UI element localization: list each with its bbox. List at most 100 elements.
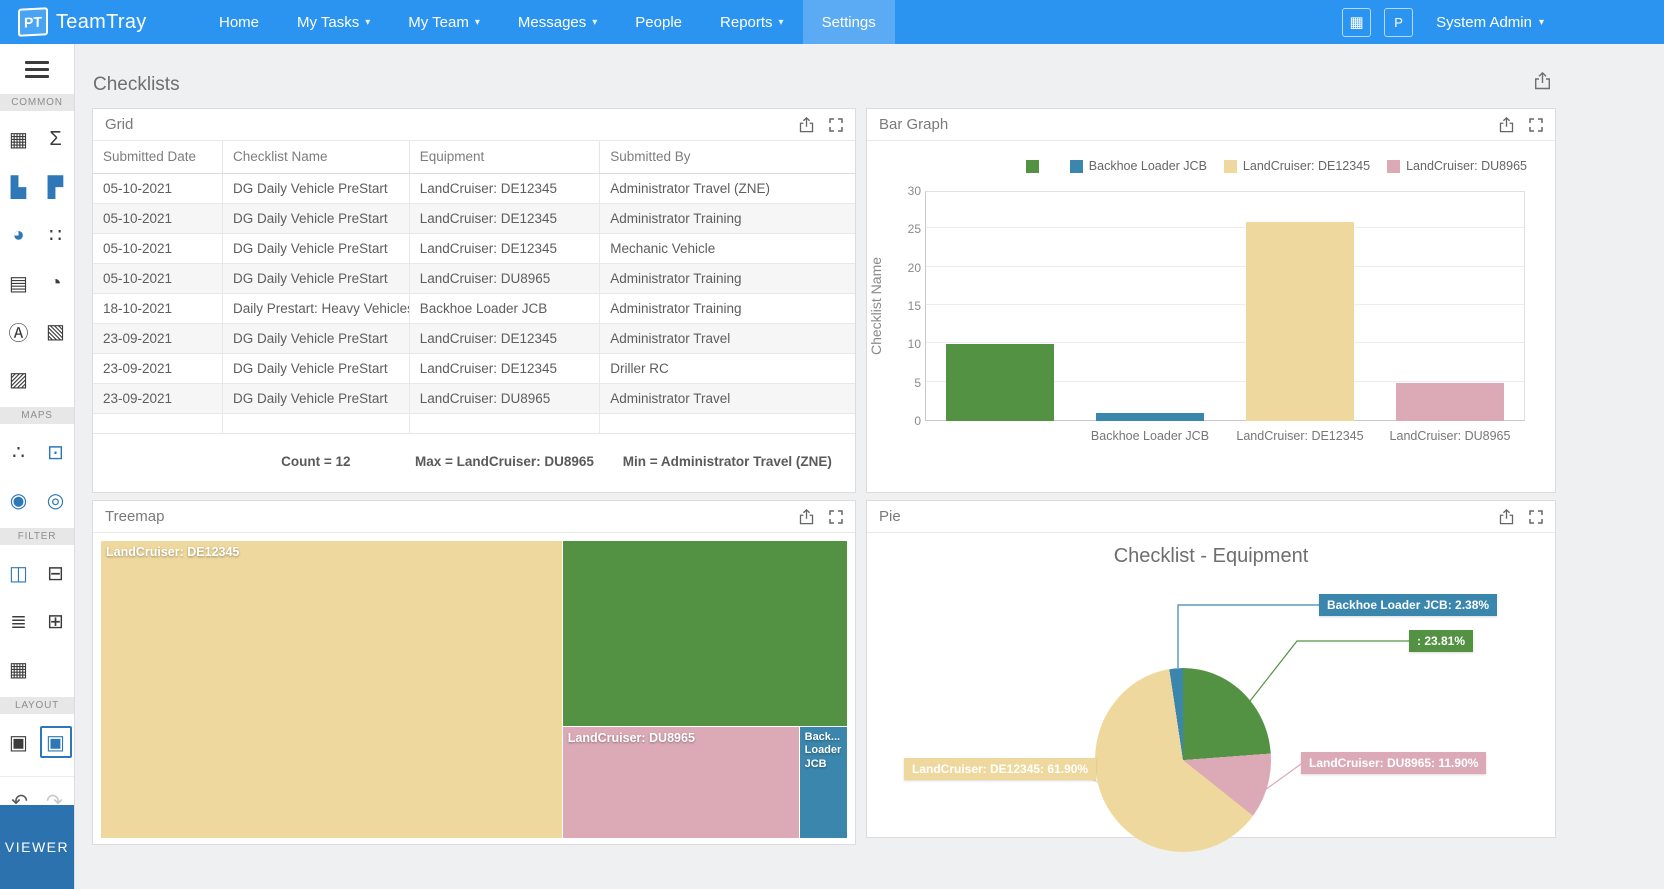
treemap-cell-back-loader-jcb[interactable]: Back... Loader JCB bbox=[799, 726, 847, 838]
table-cell: Administrator Travel bbox=[599, 323, 855, 354]
nav-item-home[interactable]: Home bbox=[200, 0, 278, 44]
table-row[interactable]: 23-09-2021 DG Daily Vehicle PreStart LandC… bbox=[93, 383, 855, 414]
bar-blank[interactable] bbox=[946, 344, 1054, 421]
treemap-cell-label: LandCruiser: DE12345 bbox=[106, 545, 240, 559]
table-row[interactable]: 18-10-2021 Daily Prestart: Heavy Vehicles… bbox=[93, 293, 855, 324]
export-icon[interactable] bbox=[799, 116, 814, 133]
maximize-icon[interactable] bbox=[1529, 509, 1543, 524]
table-cell: Administrator Travel bbox=[599, 383, 855, 414]
bar-landcruiser-du8965[interactable] bbox=[1396, 382, 1504, 421]
pie-panel: Pie Checklist - Equipment Backhoe Loader… bbox=[866, 500, 1556, 852]
table-row[interactable]: 23-09-2021 DG Daily Vehicle PreStart LandC… bbox=[93, 353, 855, 384]
treemap-widget[interactable]: ▛ bbox=[37, 163, 74, 211]
combo-filter-widget[interactable]: ⊟ bbox=[37, 549, 74, 597]
group-layout-widget-icon: ▣ bbox=[46, 731, 65, 754]
grid-widget[interactable]: ▦ bbox=[0, 115, 37, 163]
cluster-map-widget[interactable]: ◎ bbox=[37, 476, 74, 524]
apps-grid-button[interactable]: ▦ bbox=[1342, 7, 1372, 37]
hamburger-menu-button[interactable] bbox=[0, 44, 74, 94]
export-icon[interactable] bbox=[1499, 508, 1514, 525]
table-cell: DG Daily Vehicle PreStart bbox=[222, 233, 410, 264]
range-filter-widget-icon: ◫ bbox=[9, 562, 28, 585]
treemap-cell-landcruiser-du8965[interactable]: LandCruiser: DU8965 bbox=[562, 726, 800, 838]
profile-button[interactable]: P bbox=[1384, 7, 1414, 37]
maximize-icon[interactable] bbox=[829, 509, 843, 524]
column-header-equipment[interactable]: Equipment bbox=[409, 141, 601, 174]
nav-item-my-team[interactable]: My Team ▾ bbox=[389, 0, 499, 44]
text-widget[interactable]: Ⓐ bbox=[0, 307, 37, 355]
pie-chart-widget[interactable]: ◕ bbox=[0, 211, 37, 259]
bubble-map-widget[interactable]: ◉ bbox=[0, 476, 37, 524]
legend-label: Backhoe Loader JCB bbox=[1088, 159, 1207, 173]
pie-panel-header: Pie bbox=[867, 501, 1555, 533]
nav-item-people[interactable]: People bbox=[616, 0, 701, 44]
table-row[interactable]: 05-10-2021 DG Daily Vehicle PreStart LandC… bbox=[93, 263, 855, 294]
image-export-widget[interactable]: ▨ bbox=[0, 355, 37, 403]
popup-filter-widget[interactable]: ⊞ bbox=[37, 597, 74, 645]
shape-map-widget[interactable]: ⊡ bbox=[37, 428, 74, 476]
y-tick-label: 25 bbox=[907, 222, 921, 237]
treemap-cell-blank[interactable] bbox=[562, 541, 847, 727]
tab-layout-widget[interactable]: ▣ bbox=[0, 718, 37, 766]
scatter-widget[interactable]: ∷ bbox=[37, 211, 74, 259]
list-filter-widget[interactable]: ≣ bbox=[0, 597, 37, 645]
maximize-icon[interactable] bbox=[829, 117, 843, 132]
bar-backhoe-loader-jcb[interactable] bbox=[1096, 413, 1204, 421]
image-widget[interactable]: ▧ bbox=[37, 307, 74, 355]
pie-callout-blank[interactable]: : 23.81% bbox=[1409, 630, 1474, 652]
sum-widget[interactable]: Σ bbox=[37, 115, 74, 163]
nav-item-reports[interactable]: Reports ▾ bbox=[701, 0, 803, 44]
pie-callout-backhoe-loader-jcb[interactable]: Backhoe Loader JCB: 2.38% bbox=[1319, 594, 1498, 616]
pie-callout-landcruiser-du8965[interactable]: LandCruiser: DU8965: 11.90% bbox=[1301, 752, 1487, 774]
table-cell: Driller RC bbox=[599, 353, 855, 384]
table-cell: LandCruiser: DE12345 bbox=[409, 353, 601, 384]
treemap-cell-label: Back... Loader JCB bbox=[804, 730, 842, 771]
viewer-button[interactable]: VIEWER bbox=[0, 805, 74, 889]
export-icon[interactable] bbox=[1499, 116, 1514, 133]
pie-graphic[interactable] bbox=[1095, 668, 1271, 852]
column-header-checklist-name[interactable]: Checklist Name bbox=[222, 141, 410, 174]
column-header-submitted-by[interactable]: Submitted By bbox=[599, 141, 855, 174]
y-tick-label: 0 bbox=[914, 414, 921, 428]
gauge-widget[interactable]: ◔ bbox=[37, 259, 74, 307]
treemap-cell-landcruiser-de12345[interactable]: LandCruiser: DE12345 bbox=[101, 541, 563, 838]
table-row[interactable]: 05-10-2021 DG Daily Vehicle PreStart LandC… bbox=[93, 233, 855, 264]
nav-item-settings[interactable]: Settings bbox=[802, 0, 895, 44]
treemap-chart: LandCruiser: DE12345 LandCruiser: DU8965 B… bbox=[101, 541, 847, 838]
brand-name: TeamTray bbox=[56, 10, 147, 33]
table-cell: 23-09-2021 bbox=[93, 353, 224, 384]
x-tick-label: Backhoe Loader JCB bbox=[1090, 429, 1210, 443]
legend-item-blank[interactable] bbox=[1025, 159, 1053, 173]
user-menu[interactable]: System Admin ▾ bbox=[1436, 14, 1544, 31]
table-cell bbox=[222, 413, 410, 434]
sidebar-section-common: COMMON bbox=[0, 94, 74, 111]
table-row[interactable]: 23-09-2021 DG Daily Vehicle PreStart LandC… bbox=[93, 323, 855, 354]
card-widget-icon: ▤ bbox=[9, 272, 28, 295]
export-icon[interactable] bbox=[799, 508, 814, 525]
table-row[interactable]: 05-10-2021 DG Daily Vehicle PreStart LandC… bbox=[93, 173, 855, 204]
bar-landcruiser-de12345[interactable] bbox=[1246, 221, 1354, 421]
table-cell: DG Daily Vehicle PreStart bbox=[222, 203, 410, 234]
table-cell: 05-10-2021 bbox=[93, 173, 224, 204]
legend-label: LandCruiser: DU8965 bbox=[1406, 159, 1527, 173]
date-filter-widget[interactable]: ▦ bbox=[0, 645, 37, 693]
nav-item-messages[interactable]: Messages ▾ bbox=[499, 0, 616, 44]
legend-item-landcruiser-du8965[interactable]: LandCruiser: DU8965 bbox=[1387, 159, 1527, 173]
page-export-button[interactable] bbox=[1534, 71, 1551, 95]
bar-chart-widget[interactable]: ▙ bbox=[0, 163, 37, 211]
sidebar-section-maps: MAPS bbox=[0, 407, 74, 424]
maximize-icon[interactable] bbox=[1529, 117, 1543, 132]
pie-callout-landcruiser-de12345[interactable]: LandCruiser: DE12345: 61.90% bbox=[904, 758, 1097, 780]
dot-map-widget[interactable]: ∴ bbox=[0, 428, 37, 476]
column-header-submitted-date[interactable]: Submitted Date bbox=[93, 141, 224, 174]
chevron-down-icon: ▾ bbox=[592, 16, 598, 28]
group-layout-widget[interactable]: ▣ bbox=[37, 718, 74, 766]
legend-item-landcruiser-de12345[interactable]: LandCruiser: DE12345 bbox=[1223, 159, 1370, 173]
range-filter-widget[interactable]: ◫ bbox=[0, 549, 37, 597]
card-widget[interactable]: ▤ bbox=[0, 259, 37, 307]
table-row[interactable]: 05-10-2021 DG Daily Vehicle PreStart LandC… bbox=[93, 203, 855, 234]
image-widget-icon: ▧ bbox=[46, 320, 65, 343]
nav-item-my-tasks[interactable]: My Tasks ▾ bbox=[278, 0, 389, 44]
legend-item-backhoe-loader-jcb[interactable]: Backhoe Loader JCB bbox=[1069, 159, 1207, 173]
table-cell: LandCruiser: DE12345 bbox=[409, 203, 601, 234]
